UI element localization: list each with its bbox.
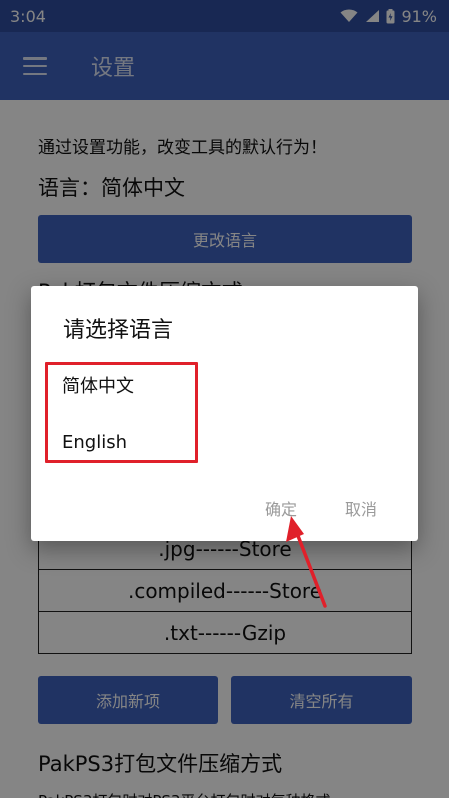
- cancel-button[interactable]: 取消: [345, 496, 377, 520]
- dialog-title: 请选择语言: [63, 318, 174, 343]
- language-option-english[interactable]: English: [62, 432, 127, 453]
- language-dialog: 请选择语言 简体中文 English 确定 取消: [31, 286, 418, 541]
- ok-button[interactable]: 确定: [265, 496, 297, 520]
- language-option-chinese[interactable]: 简体中文: [62, 372, 134, 398]
